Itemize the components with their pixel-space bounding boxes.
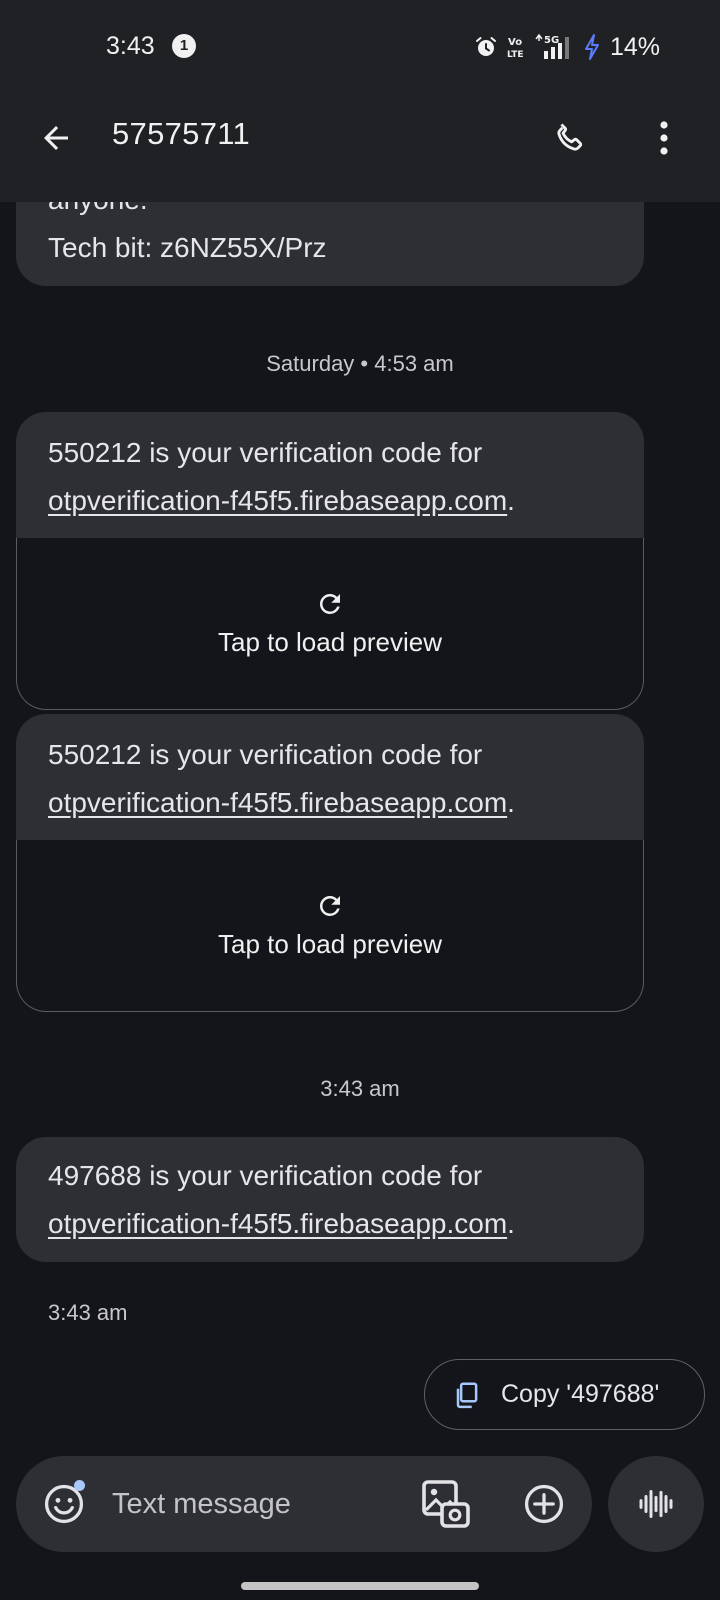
compose-bar bbox=[16, 1456, 592, 1552]
gallery-icon bbox=[422, 1480, 470, 1528]
date-divider: 3:43 am bbox=[320, 1076, 400, 1101]
contact-title: 57575711 bbox=[112, 116, 251, 151]
message-link[interactable]: otpverification-f45f5.firebaseapp.com bbox=[48, 787, 507, 818]
message-text: 550212 is your verification code for otp… bbox=[16, 714, 644, 827]
add-attachment-button[interactable] bbox=[522, 1482, 566, 1526]
link-preview[interactable]: Tap to load preview bbox=[16, 840, 644, 1012]
message-punct: . bbox=[507, 485, 515, 516]
copy-chip-label: Copy '497688' bbox=[501, 1380, 660, 1408]
refresh-icon bbox=[319, 594, 340, 614]
volte-icon: Vo LTE bbox=[507, 37, 524, 60]
waveform-icon bbox=[639, 1490, 673, 1518]
svg-text:LTE: LTE bbox=[507, 50, 524, 60]
svg-text:Vo: Vo bbox=[508, 37, 522, 48]
date-divider: Saturday • 4:53 am bbox=[266, 351, 454, 376]
message-link[interactable]: otpverification-f45f5.firebaseapp.com bbox=[48, 485, 507, 516]
battery-percentage: 14% bbox=[609, 32, 660, 61]
gallery-button[interactable] bbox=[420, 1478, 472, 1530]
copy-code-chip[interactable]: Copy '497688' bbox=[424, 1359, 705, 1430]
back-arrow-icon bbox=[44, 126, 68, 150]
message-punct: . bbox=[507, 1208, 515, 1239]
message-punct: . bbox=[507, 787, 515, 818]
voice-message-button[interactable] bbox=[608, 1456, 704, 1552]
message-link[interactable]: otpverification-f45f5.firebaseapp.com bbox=[48, 1208, 507, 1239]
message-bubble[interactable]: 497688 is your verification code for otp… bbox=[16, 1137, 644, 1262]
message-timestamp: 3:43 am bbox=[48, 1300, 128, 1325]
message-text: 497688 is your verification code for otp… bbox=[16, 1137, 644, 1248]
preview-label: Tap to load preview bbox=[217, 627, 443, 657]
copy-icon bbox=[456, 1382, 478, 1408]
phone-icon bbox=[557, 123, 583, 151]
back-button[interactable] bbox=[34, 116, 78, 160]
message-input[interactable] bbox=[112, 1478, 372, 1530]
call-button[interactable] bbox=[546, 114, 594, 162]
status-time: 3:43 bbox=[106, 32, 155, 60]
app-bar: 57575711 bbox=[0, 96, 720, 202]
message-code-line: 497688 is your verification code for bbox=[48, 1160, 483, 1191]
notification-badge: 1 bbox=[172, 34, 196, 58]
add-circle-icon bbox=[524, 1484, 564, 1524]
message-code-line: 550212 is your verification code for bbox=[48, 437, 483, 468]
message-bubble[interactable]: 550212 is your verification code for otp… bbox=[16, 412, 644, 540]
message-bubble[interactable]: 550212 is your verification code for otp… bbox=[16, 714, 644, 842]
battery-charging-icon bbox=[584, 34, 599, 60]
status-icons: Vo LTE 5G 14% bbox=[474, 30, 660, 64]
alarm-icon bbox=[475, 37, 496, 56]
signal-5g-icon: 5G bbox=[535, 33, 569, 59]
home-indicator[interactable] bbox=[241, 1582, 479, 1590]
refresh-icon bbox=[319, 896, 340, 916]
preview-label: Tap to load preview bbox=[217, 929, 443, 959]
svg-text:5G: 5G bbox=[544, 35, 559, 46]
status-bar: 3:43 1 Vo LTE 5G 14% bbox=[0, 0, 720, 96]
emoji-badge-dot bbox=[74, 1480, 85, 1491]
message-list[interactable]: anyone. Tech bit: z6NZ55X/Prz Saturday •… bbox=[0, 0, 720, 1440]
more-options-button[interactable] bbox=[648, 114, 680, 162]
link-preview[interactable]: Tap to load preview bbox=[16, 538, 644, 710]
message-text: 550212 is your verification code for otp… bbox=[16, 412, 644, 525]
more-vert-icon bbox=[660, 121, 668, 155]
message-tech-bit: Tech bit: z6NZ55X/Prz bbox=[48, 232, 327, 263]
messages-screen: anyone. Tech bit: z6NZ55X/Prz Saturday •… bbox=[0, 0, 720, 1600]
message-code-line: 550212 is your verification code for bbox=[48, 739, 483, 770]
